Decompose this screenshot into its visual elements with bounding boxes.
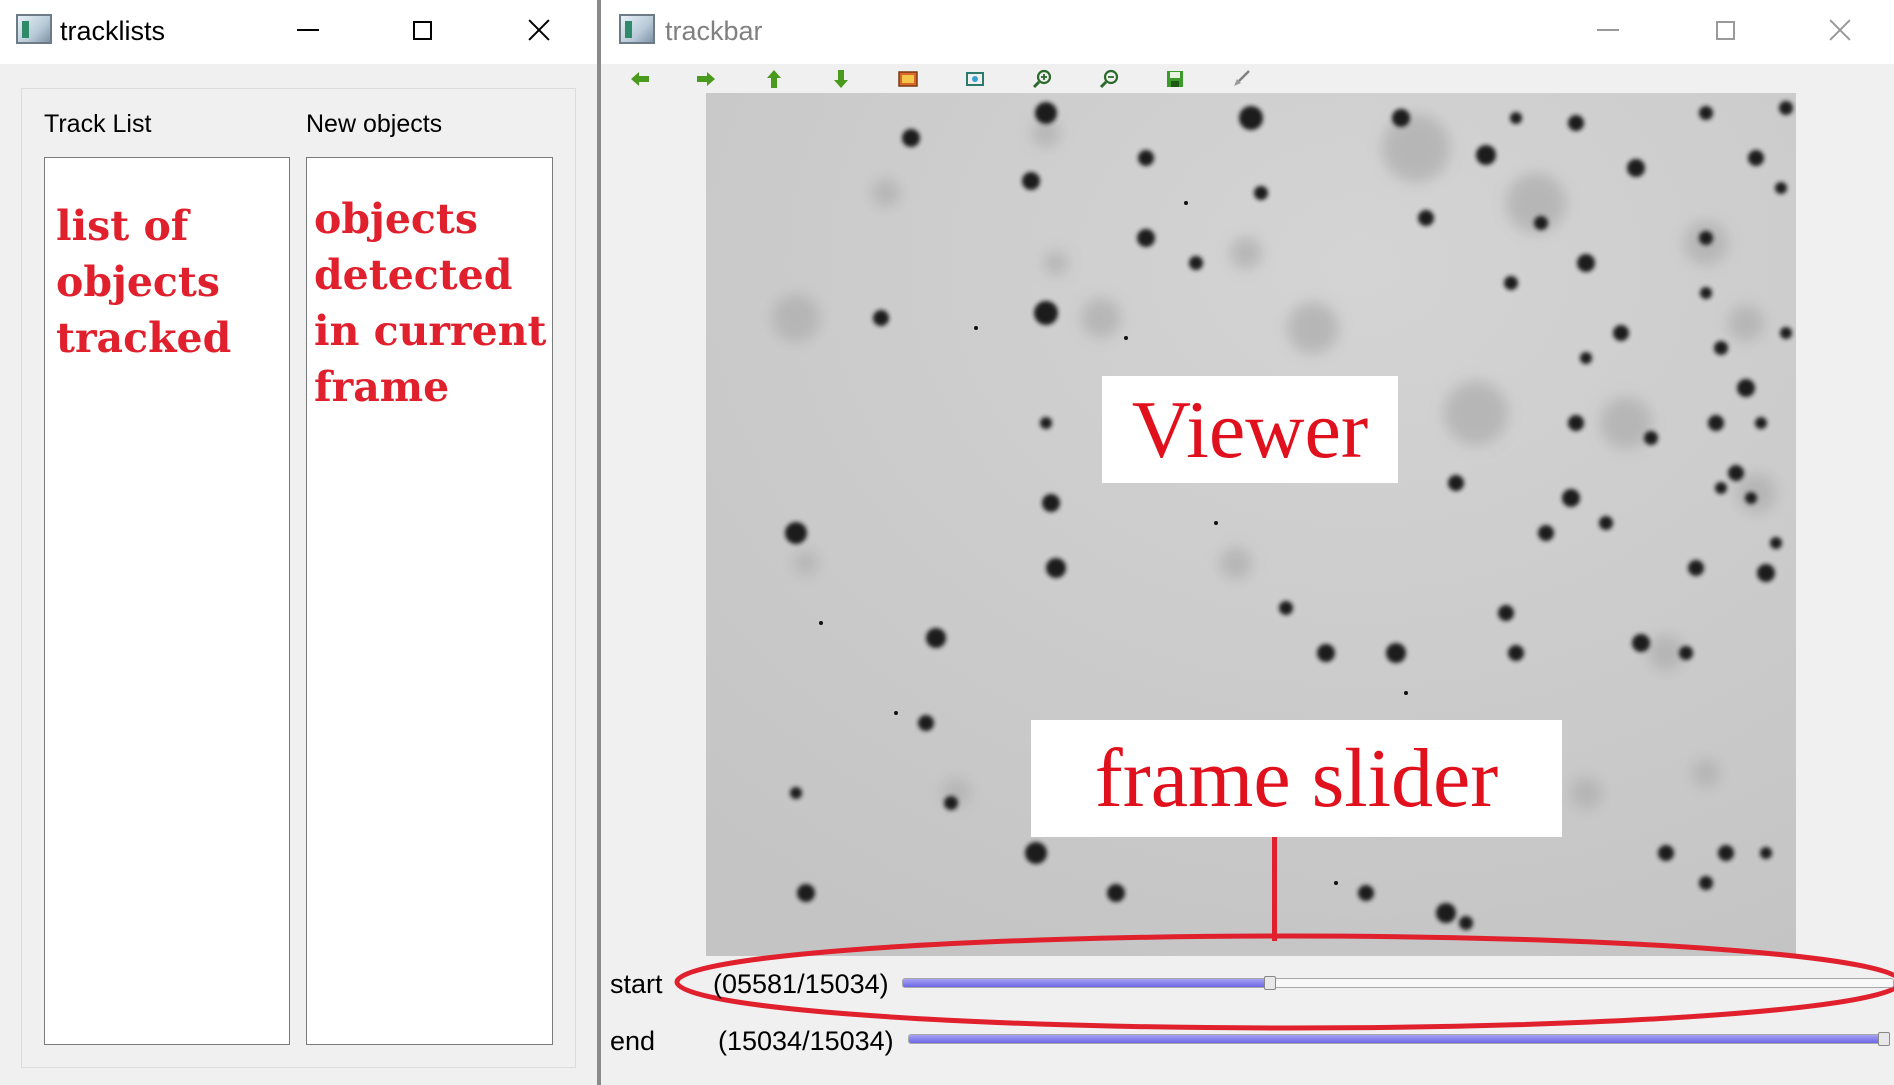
close-icon	[1829, 19, 1851, 41]
end-slider-fill	[909, 1035, 1889, 1043]
maximize-icon	[1715, 20, 1735, 40]
minimize-button[interactable]	[279, 0, 337, 60]
zoom-fit-icon[interactable]	[963, 67, 987, 91]
new-objects-annotation: objects detected in current frame	[314, 191, 546, 415]
arrow-right-icon[interactable]	[694, 67, 718, 91]
app-window-icon	[16, 14, 52, 44]
maximize-button[interactable]	[393, 0, 451, 60]
start-slider-fill	[903, 979, 1271, 987]
minimize-icon	[297, 29, 319, 31]
window-title: tracklists	[60, 16, 166, 46]
image-icon[interactable]	[896, 67, 920, 91]
arrow-up-icon[interactable]	[762, 67, 786, 91]
maximize-button[interactable]	[1696, 0, 1754, 60]
end-slider[interactable]	[908, 1034, 1890, 1044]
brush-icon[interactable]	[1229, 67, 1253, 91]
annotation-line: detected	[314, 251, 513, 299]
end-label: end	[610, 1026, 656, 1056]
frame-slider-annotation: frame slider	[1031, 720, 1562, 837]
close-button[interactable]	[1811, 0, 1869, 60]
title-bar[interactable]: tracklists	[0, 0, 597, 64]
new-objects-label: New objects	[306, 110, 443, 138]
start-slider-handle[interactable]	[1264, 976, 1277, 990]
save-icon[interactable]	[1163, 67, 1187, 91]
annotation-line: frame	[314, 363, 450, 411]
annotation-line: in current	[314, 307, 547, 355]
title-bar[interactable]: trackbar	[601, 0, 1894, 64]
annotation-line: objects	[56, 258, 220, 306]
annotation-line: tracked	[56, 314, 232, 362]
maximize-icon	[412, 20, 432, 40]
zoom-out-icon[interactable]	[1097, 67, 1121, 91]
close-button[interactable]	[510, 0, 568, 60]
app-window-icon	[619, 14, 655, 44]
image-viewer[interactable]: Viewer frame slider	[706, 93, 1796, 956]
start-value: (05581/15034)	[713, 969, 889, 999]
end-slider-handle[interactable]	[1878, 1032, 1890, 1046]
track-list-label: Track List	[44, 110, 152, 138]
zoom-in-icon[interactable]	[1030, 67, 1054, 91]
track-list[interactable]: list of objects tracked	[44, 157, 290, 1045]
arrow-down-icon[interactable]	[829, 67, 853, 91]
new-objects-list[interactable]: objects detected in current frame	[306, 157, 553, 1045]
window-title: trackbar	[665, 16, 763, 46]
minimize-button[interactable]	[1579, 0, 1637, 60]
annotation-line: objects	[314, 195, 478, 243]
tracklists-window: tracklists Track List New objects list o…	[0, 0, 597, 1085]
track-list-annotation: list of objects tracked	[56, 198, 231, 366]
close-icon	[528, 19, 550, 41]
arrow-left-icon[interactable]	[628, 67, 652, 91]
callout-line	[1272, 837, 1277, 941]
viewer-annotation: Viewer	[1102, 376, 1398, 483]
minimize-icon	[1597, 29, 1619, 31]
start-label: start	[610, 969, 663, 999]
end-value: (15034/15034)	[718, 1026, 894, 1056]
annotation-line: list of	[56, 202, 189, 250]
start-slider[interactable]	[902, 978, 1894, 988]
